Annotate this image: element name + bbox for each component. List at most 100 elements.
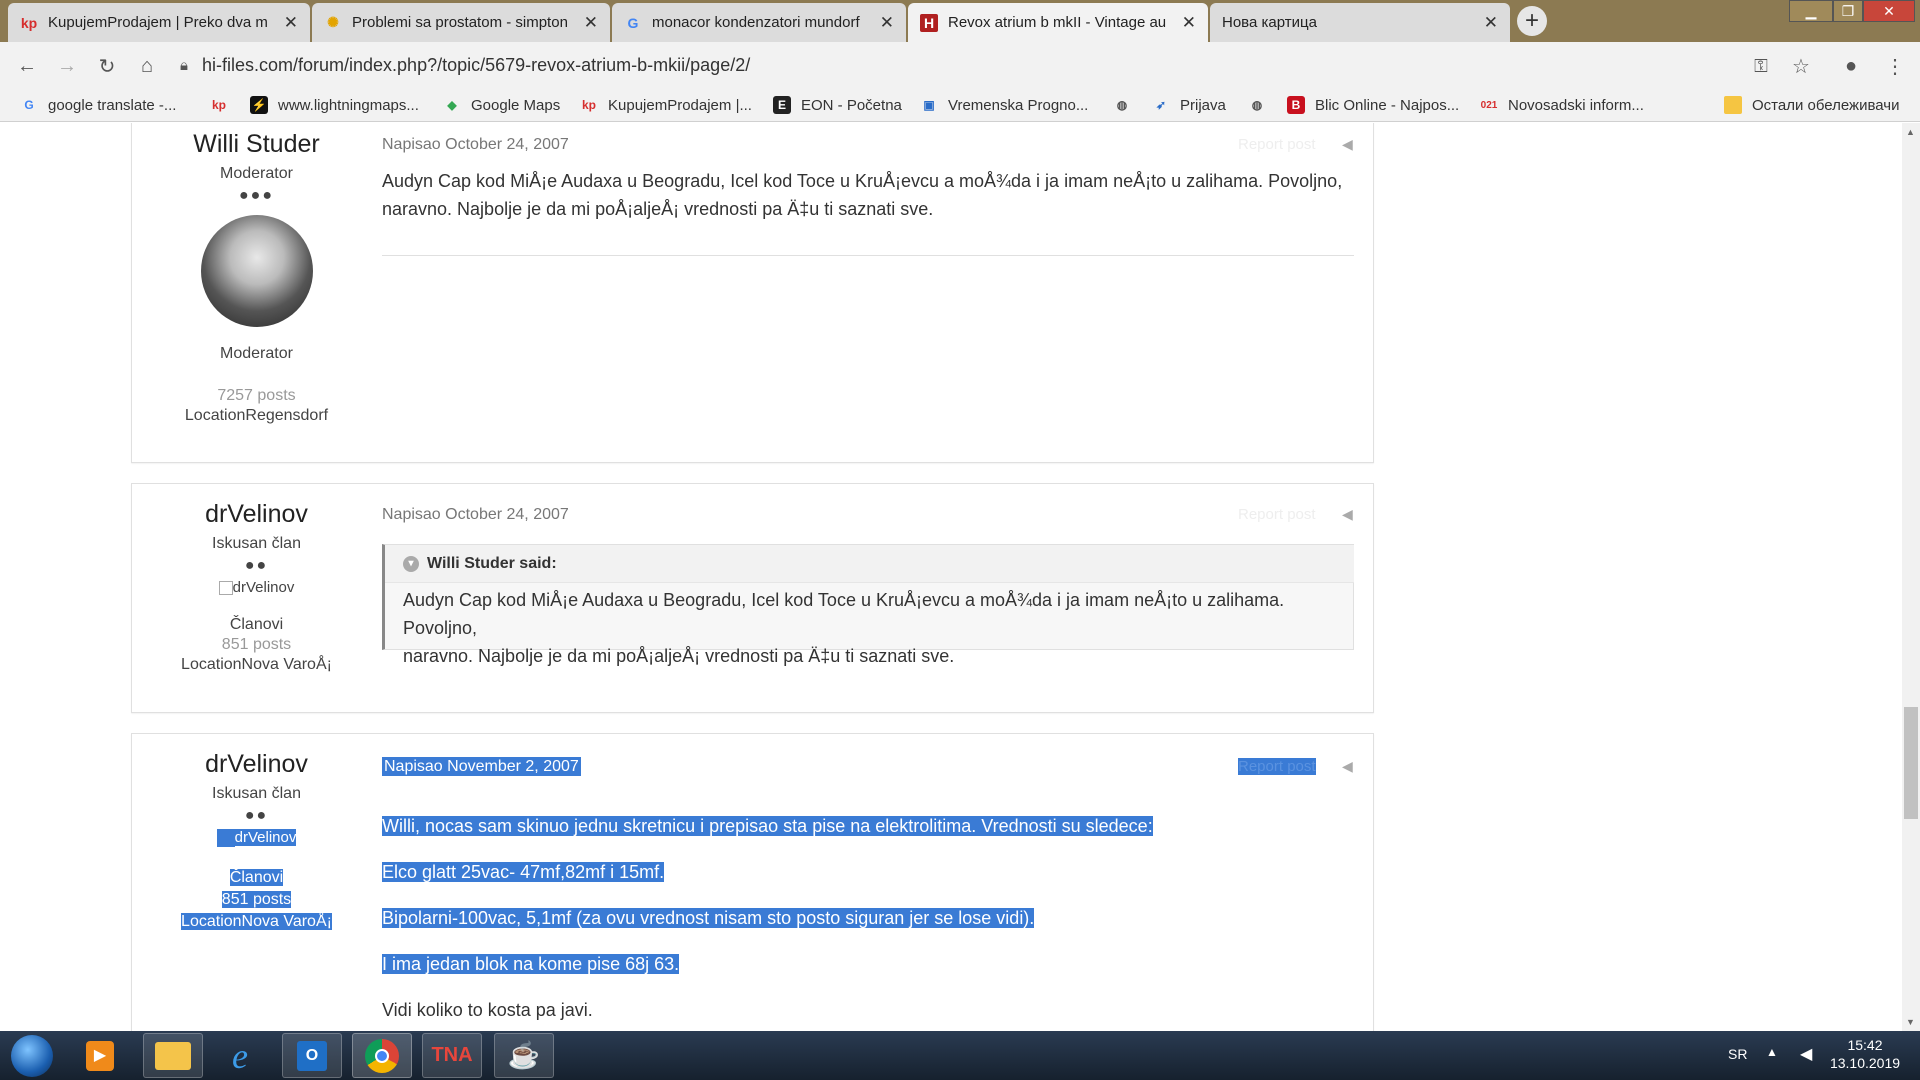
- kp-icon: kp: [581, 98, 596, 112]
- tab-label: Problemi sa prostatom - simpton: [352, 14, 568, 31]
- scroll-down-icon[interactable]: ▼: [1906, 1017, 1915, 1027]
- language-indicator[interactable]: SR: [1728, 1046, 1747, 1062]
- post-date[interactable]: Napisao October 24, 2007: [382, 136, 569, 154]
- scroll-up-icon[interactable]: ▲: [1906, 127, 1915, 137]
- post-date[interactable]: Napisao November 2, 2007: [382, 757, 581, 776]
- ie-icon: e: [232, 1035, 248, 1076]
- menu-icon[interactable]: ⋮: [1882, 53, 1908, 79]
- java-icon: ☕: [507, 1040, 541, 1070]
- quote-header: ▾ Willi Studer said:: [385, 545, 1354, 583]
- paragraph: Elco glatt 25vac- 47mf,82mf i 15mf.: [382, 862, 665, 882]
- member-group: Moderator: [220, 345, 293, 362]
- tab-kupujemprodajem[interactable]: kp KupujemProdajem | Preko dva m ✕: [8, 3, 310, 42]
- close-window-icon[interactable]: ✕: [1863, 0, 1915, 22]
- rank-dots: ●●: [244, 557, 269, 574]
- forum-post: drVelinov Iskusan član ●● drVelinov Član…: [131, 483, 1374, 713]
- taskbar-outlook[interactable]: O: [282, 1033, 342, 1078]
- globe-icon: ◍: [1251, 98, 1263, 112]
- bookmark-globe-1[interactable]: ◍: [1113, 93, 1141, 117]
- sun-favicon-icon: ✺: [327, 14, 339, 30]
- bookmark-lightningmaps[interactable]: ⚡ www.lightningmaps...: [250, 93, 419, 117]
- forward-icon[interactable]: →: [54, 53, 80, 79]
- post-body: Willi, nocas sam skinuo jednu skretnicu …: [382, 803, 1153, 1031]
- globe-icon: ◍: [1116, 98, 1128, 112]
- avatar-broken-image[interactable]: drVelinov: [132, 829, 381, 848]
- taskbar: ▶ e O TNA ☕ SR ▲ ◀ 15:42 13.10.2019: [0, 1031, 1920, 1080]
- clock[interactable]: 15:42 13.10.2019: [1820, 1036, 1910, 1072]
- 021-icon: 021: [1480, 99, 1498, 111]
- show-hidden-icons-icon[interactable]: ▲: [1766, 1045, 1778, 1059]
- home-icon[interactable]: ⌂: [134, 53, 160, 79]
- taskbar-chrome[interactable]: [352, 1033, 412, 1078]
- address-bar[interactable]: 🔒︎ hi-files.com/forum/index.php?/topic/5…: [178, 49, 1790, 81]
- broken-image-icon: [216, 829, 235, 848]
- bookmark-other[interactable]: Остали обележивачи: [1724, 93, 1899, 117]
- scrollbar[interactable]: ▲ ▼: [1902, 123, 1920, 1031]
- bookmark-novosadski[interactable]: 021 Novosadski inform...: [1480, 93, 1644, 117]
- share-icon[interactable]: ◀: [1342, 758, 1353, 775]
- tab-strip: kp KupujemProdajem | Preko dva m ✕ ✺ Pro…: [0, 0, 1920, 42]
- restore-icon[interactable]: ❐: [1833, 0, 1863, 22]
- author-name[interactable]: drVelinov: [132, 750, 381, 779]
- eon-icon: E: [773, 96, 791, 114]
- report-post-link[interactable]: Report post: [1238, 136, 1316, 153]
- taskbar-media-player[interactable]: ▶: [70, 1033, 130, 1078]
- bookmark-kupujemprodajem[interactable]: kp KupujemProdajem |...: [580, 93, 752, 117]
- share-icon[interactable]: ◀: [1342, 506, 1353, 523]
- close-tab-icon[interactable]: ✕: [1484, 13, 1498, 33]
- share-icon[interactable]: ◀: [1342, 136, 1353, 153]
- minimize-icon[interactable]: ▁: [1789, 0, 1833, 22]
- kp-favicon-icon: kp: [20, 14, 38, 31]
- maps-icon: ◆: [447, 98, 457, 112]
- tab-revox-active[interactable]: H Revox atrium b mkII - Vintage au ✕: [908, 3, 1208, 42]
- taskbar-tna[interactable]: TNA: [422, 1033, 482, 1078]
- paragraph: Vidi koliko to kosta pa javi.: [382, 1000, 593, 1020]
- bookmark-eon[interactable]: E EON - Početna: [773, 93, 902, 117]
- paragraph: Willi, nocas sam skinuo jednu skretnicu …: [382, 816, 1153, 836]
- member-group: Članovi: [229, 869, 284, 887]
- back-icon[interactable]: ←: [14, 53, 40, 79]
- sap-icon: ➶: [1155, 98, 1167, 112]
- taskbar-internet-explorer[interactable]: e: [210, 1033, 270, 1078]
- tab-label: Нова картица: [1222, 14, 1317, 31]
- avatar[interactable]: [200, 215, 313, 327]
- bookmark-prijava[interactable]: ➶ Prijava: [1152, 93, 1226, 117]
- author-name[interactable]: Willi Studer: [132, 130, 381, 159]
- taskbar-file-explorer[interactable]: [143, 1033, 203, 1078]
- scrollbar-thumb[interactable]: [1904, 707, 1918, 819]
- post-date[interactable]: Napisao October 24, 2007: [382, 506, 569, 524]
- tab-new[interactable]: Нова картица ✕: [1210, 3, 1510, 42]
- post-author-panel: Willi Studer Moderator ●●● Moderator 725…: [132, 130, 381, 425]
- new-tab-button[interactable]: +: [1517, 6, 1547, 36]
- bookmark-blic[interactable]: B Blic Online - Najpos...: [1287, 93, 1459, 117]
- reload-icon[interactable]: ↻: [94, 53, 120, 79]
- start-button[interactable]: [4, 1033, 60, 1078]
- post-count: 851 posts: [221, 891, 292, 909]
- clock-date: 13.10.2019: [1829, 1055, 1901, 1071]
- avatar-broken-image[interactable]: drVelinov: [132, 579, 381, 596]
- location: LocationRegensdorf: [184, 407, 329, 424]
- tab-problemi[interactable]: ✺ Problemi sa prostatom - simpton ✕: [312, 3, 610, 42]
- bookmark-vremenska[interactable]: ▣ Vremenska Progno...: [920, 93, 1088, 117]
- bookmark-kp[interactable]: kp: [210, 93, 238, 117]
- tna-icon: TNA: [431, 1044, 473, 1066]
- bookmark-google-maps[interactable]: ◆ Google Maps: [443, 93, 560, 117]
- close-tab-icon[interactable]: ✕: [284, 13, 298, 33]
- tab-monacor[interactable]: G monacor kondenzatori mundorf ✕: [612, 3, 906, 42]
- bookmark-google-translate[interactable]: Ggoogle translate -...: [20, 93, 176, 117]
- paragraph: Bipolarni-100vac, 5,1mf (za ovu vrednost…: [382, 908, 1035, 928]
- author-name[interactable]: drVelinov: [132, 500, 381, 529]
- post-divider: [382, 255, 1354, 256]
- report-post-link[interactable]: Report post: [1238, 758, 1316, 775]
- volume-icon[interactable]: ◀: [1800, 1044, 1812, 1064]
- key-icon[interactable]: ⚿: [1748, 53, 1774, 79]
- close-tab-icon[interactable]: ✕: [584, 13, 598, 33]
- collapse-icon[interactable]: ▾: [403, 555, 419, 572]
- star-icon[interactable]: ☆: [1788, 53, 1814, 79]
- profile-icon[interactable]: ●: [1838, 53, 1864, 79]
- report-post-link[interactable]: Report post: [1238, 506, 1316, 523]
- bookmark-globe-2[interactable]: ◍: [1248, 93, 1276, 117]
- taskbar-java[interactable]: ☕: [494, 1033, 554, 1078]
- close-tab-icon[interactable]: ✕: [1182, 13, 1196, 33]
- close-tab-icon[interactable]: ✕: [880, 13, 894, 33]
